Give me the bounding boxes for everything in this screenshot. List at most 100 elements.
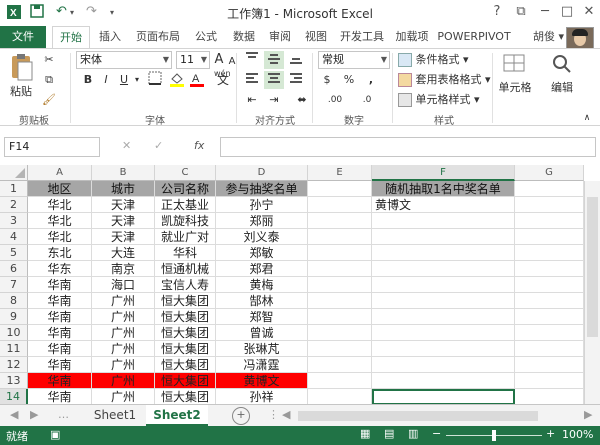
zoom-in-button[interactable]: + (546, 427, 555, 440)
cell-b13[interactable]: 广州 (92, 373, 155, 389)
cell-b1[interactable]: 城市 (92, 181, 155, 197)
worksheet-grid[interactable]: ABCDEFG 1 地区 城市 公司名称 参与抽奖名单 随机抽取1名中奖名单 2 华北 天津 正太… (0, 165, 600, 404)
cell-c7[interactable]: 宝信人寿 (155, 277, 216, 293)
increase-indent-icon[interactable]: ⇥ (264, 91, 284, 109)
row-header-14[interactable]: 14 (0, 389, 28, 404)
cell-e6[interactable] (308, 261, 372, 277)
cell-g6[interactable] (515, 261, 584, 277)
cell-f14[interactable] (372, 389, 515, 404)
cell-e10[interactable] (308, 325, 372, 341)
comma-button[interactable]: , (362, 71, 380, 89)
row-header-6[interactable]: 6 (0, 261, 28, 277)
cell-f13[interactable] (372, 373, 515, 389)
scrollbar-thumb[interactable] (587, 197, 598, 337)
cell-a9[interactable]: 华南 (28, 309, 92, 325)
editing-button[interactable]: 编辑 (542, 79, 582, 97)
align-top-icon[interactable] (242, 51, 262, 69)
cell-a14[interactable]: 华南 (28, 389, 92, 404)
currency-button[interactable]: $ (318, 71, 336, 89)
cell-g3[interactable] (515, 213, 584, 229)
align-left-icon[interactable] (242, 71, 262, 89)
tab-formulas[interactable]: 公式 (188, 26, 224, 48)
fill-color-icon[interactable] (168, 71, 186, 89)
tab-insert[interactable]: 插入 (92, 26, 128, 48)
cell-c4[interactable]: 就业广对 (155, 229, 216, 245)
row-header-13[interactable]: 13 (0, 373, 28, 389)
cell-c14[interactable]: 恒大集团 (155, 389, 216, 404)
cells-icon[interactable] (500, 51, 528, 77)
cell-b6[interactable]: 南京 (92, 261, 155, 277)
column-header-e[interactable]: E (308, 165, 372, 181)
cell-a1[interactable]: 地区 (28, 181, 92, 197)
cell-c6[interactable]: 恒通机械 (155, 261, 216, 277)
insert-function-icon[interactable]: fx (194, 139, 204, 152)
underline-dropdown-icon[interactable]: ▾ (132, 71, 142, 89)
cell-f9[interactable] (372, 309, 515, 325)
zoom-level[interactable]: 100% (562, 428, 593, 441)
cell-e5[interactable] (308, 245, 372, 261)
column-header-c[interactable]: C (155, 165, 216, 181)
cell-c8[interactable]: 恒大集团 (155, 293, 216, 309)
cell-d10[interactable]: 曾诚 (216, 325, 308, 341)
cut-icon[interactable]: ✂ (40, 51, 58, 69)
vertical-scrollbar[interactable] (584, 181, 600, 404)
page-break-view-icon[interactable]: ▥ (408, 427, 418, 440)
cell-e2[interactable] (308, 197, 372, 213)
cell-e3[interactable] (308, 213, 372, 229)
row-header-5[interactable]: 5 (0, 245, 28, 261)
cell-a8[interactable]: 华南 (28, 293, 92, 309)
zoom-slider[interactable] (446, 430, 542, 441)
tab-home[interactable]: 开始 (52, 26, 90, 50)
cell-d14[interactable]: 孙祥 (216, 389, 308, 404)
cell-d5[interactable]: 郑敏 (216, 245, 308, 261)
row-header-8[interactable]: 8 (0, 293, 28, 309)
cell-f11[interactable] (372, 341, 515, 357)
column-header-g[interactable]: G (515, 165, 584, 181)
cell-g8[interactable] (515, 293, 584, 309)
row-header-3[interactable]: 3 (0, 213, 28, 229)
tab-powerpivot[interactable]: POWERPIVOT (436, 26, 512, 48)
maximize-button[interactable]: □ (556, 3, 578, 21)
cell-b8[interactable]: 广州 (92, 293, 155, 309)
align-center-icon[interactable] (264, 71, 284, 89)
cell-d7[interactable]: 黄梅 (216, 277, 308, 293)
cell-styles-button[interactable]: 单元格样式 ▾ (398, 91, 488, 109)
align-right-icon[interactable] (286, 71, 306, 89)
enter-icon[interactable]: ✓ (154, 139, 163, 152)
decrease-decimal-button[interactable]: .0 (352, 91, 382, 109)
cell-b14[interactable]: 广州 (92, 389, 155, 404)
row-header-12[interactable]: 12 (0, 357, 28, 373)
cell-a13[interactable]: 华南 (28, 373, 92, 389)
cell-a3[interactable]: 华北 (28, 213, 92, 229)
cell-e1[interactable] (308, 181, 372, 197)
cell-d1[interactable]: 参与抽奖名单 (216, 181, 308, 197)
minimize-button[interactable]: ─ (534, 3, 556, 21)
close-button[interactable]: ✕ (578, 3, 600, 21)
cancel-icon[interactable]: ✕ (122, 139, 131, 152)
borders-icon[interactable] (146, 71, 164, 89)
cell-g7[interactable] (515, 277, 584, 293)
cell-g9[interactable] (515, 309, 584, 325)
italic-button[interactable]: I (98, 71, 114, 89)
align-middle-icon[interactable] (264, 51, 284, 69)
cell-d6[interactable]: 郑君 (216, 261, 308, 277)
row-header-7[interactable]: 7 (0, 277, 28, 293)
cell-c13[interactable]: 恒大集团 (155, 373, 216, 389)
cell-g10[interactable] (515, 325, 584, 341)
cell-g1[interactable] (515, 181, 584, 197)
cell-e4[interactable] (308, 229, 372, 245)
add-sheet-icon[interactable]: + (232, 407, 250, 425)
cell-g5[interactable] (515, 245, 584, 261)
cell-g4[interactable] (515, 229, 584, 245)
row-header-1[interactable]: 1 (0, 181, 28, 197)
merge-center-icon[interactable]: ⬌ (292, 91, 312, 109)
cell-b4[interactable]: 天津 (92, 229, 155, 245)
tab-file[interactable]: 文件 (0, 26, 46, 48)
cell-g14[interactable] (515, 389, 584, 404)
row-header-10[interactable]: 10 (0, 325, 28, 341)
cell-d9[interactable]: 郑智 (216, 309, 308, 325)
cell-d3[interactable]: 郑丽 (216, 213, 308, 229)
sheet-prev-icon[interactable]: ◀ (10, 408, 18, 421)
macro-record-icon[interactable]: ▣ (50, 428, 60, 441)
cell-g2[interactable] (515, 197, 584, 213)
